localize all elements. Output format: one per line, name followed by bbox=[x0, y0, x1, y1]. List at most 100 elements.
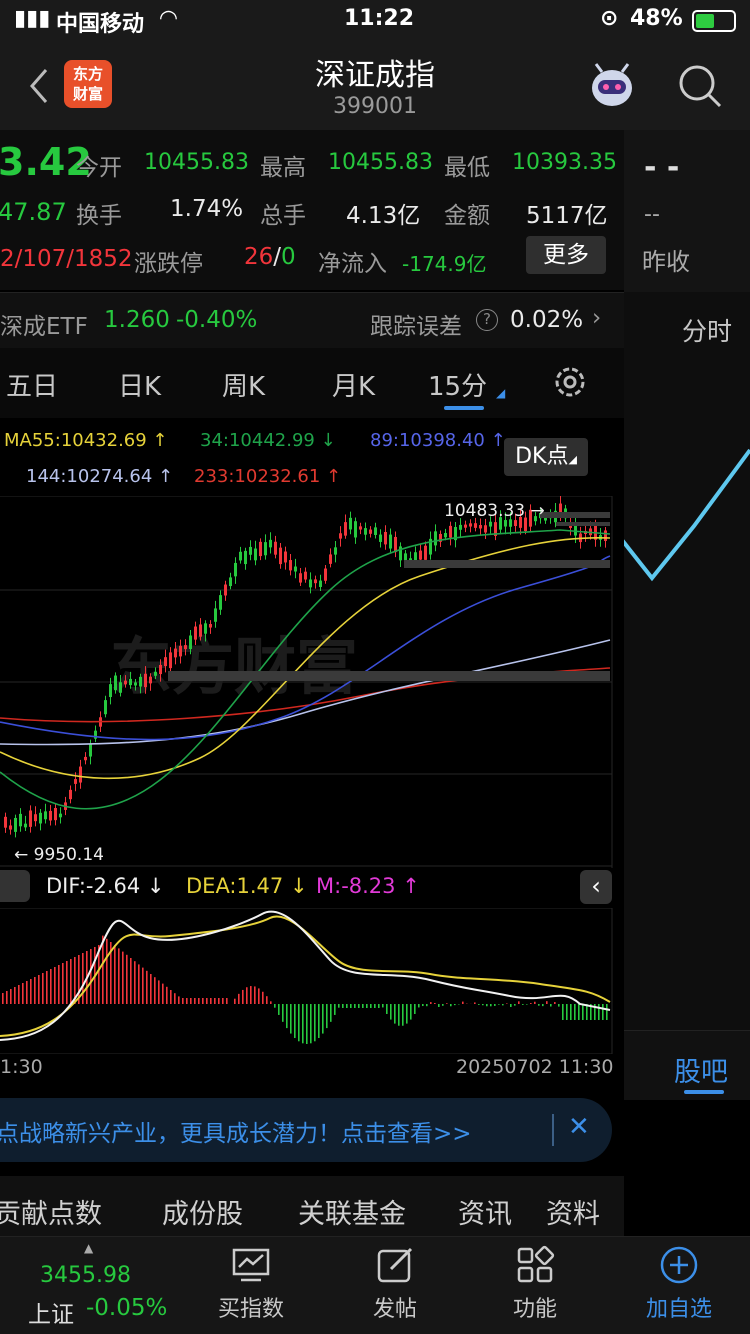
macd-histogram-bar bbox=[426, 1004, 428, 1007]
macd-histogram-bar bbox=[50, 969, 52, 1004]
shanghai-index-ticker[interactable]: ▲ 3455.98 上证 -0.05% bbox=[0, 1237, 180, 1334]
help-icon[interactable]: ? bbox=[476, 309, 498, 331]
m-label: M:-8.23 ↑ bbox=[316, 874, 420, 898]
candle-body bbox=[314, 579, 317, 584]
robot-assistant-icon[interactable] bbox=[586, 62, 638, 112]
tab-forum[interactable]: 股吧 bbox=[674, 1050, 728, 1089]
macd-histogram-bar bbox=[330, 1004, 332, 1022]
candle-body bbox=[114, 675, 117, 691]
macd-left-tab[interactable] bbox=[0, 870, 30, 902]
tab-15min[interactable]: 15分 bbox=[428, 366, 487, 403]
high-marker: 10483.33 → bbox=[444, 501, 545, 521]
more-button[interactable]: 更多 bbox=[526, 236, 606, 274]
macd-histogram-bar bbox=[558, 1004, 560, 1007]
dk-point-button[interactable]: DK点◢ bbox=[504, 438, 588, 476]
track-error-label: 跟踪误差 bbox=[370, 314, 462, 340]
candle-body bbox=[154, 671, 157, 676]
macd-histogram-bar bbox=[310, 1004, 312, 1044]
collapse-chevron-icon[interactable]: ‹ bbox=[580, 870, 612, 904]
macd-histogram-bar bbox=[486, 1004, 488, 1007]
macd-histogram-bar bbox=[314, 1004, 316, 1042]
candle-body bbox=[284, 551, 287, 563]
candle-body bbox=[49, 810, 52, 821]
macd-histogram-bar bbox=[266, 996, 268, 1004]
macd-histogram-bar bbox=[358, 1004, 360, 1008]
macd-chart[interactable] bbox=[0, 907, 624, 1056]
macd-histogram-bar bbox=[410, 1004, 412, 1020]
tab-intraday[interactable]: 分时 bbox=[682, 312, 732, 348]
macd-histogram-bar bbox=[578, 1004, 580, 1020]
nav-post[interactable]: 发帖 bbox=[340, 1245, 450, 1323]
macd-histogram-bar bbox=[270, 1001, 272, 1004]
candle-body bbox=[389, 534, 392, 549]
limit-count: 26/0 bbox=[244, 244, 296, 270]
tab-daily-k[interactable]: 日K bbox=[118, 366, 161, 403]
etf-price: 1.260 bbox=[104, 307, 170, 333]
nav-functions[interactable]: 功能 bbox=[480, 1245, 590, 1323]
macd-histogram-bar bbox=[446, 1003, 448, 1004]
tab-constituents[interactable]: 成份股 bbox=[162, 1192, 243, 1231]
macd-histogram-bar bbox=[6, 991, 8, 1004]
macd-histogram-bar bbox=[546, 1001, 548, 1004]
candle-body bbox=[159, 664, 162, 675]
macd-histogram-bar bbox=[182, 998, 184, 1004]
macd-histogram-bar bbox=[506, 1003, 508, 1004]
tab-monthly-k[interactable]: 月K bbox=[332, 366, 375, 403]
nav-buy-index[interactable]: 买指数 bbox=[196, 1245, 306, 1323]
macd-histogram-bar bbox=[550, 1004, 552, 1007]
tab-related-funds[interactable]: 关联基金 bbox=[298, 1192, 406, 1231]
kline-chart[interactable]: 东方财富 10483.33 → ← 9950.14 bbox=[0, 495, 624, 868]
macd-histogram-bar bbox=[246, 987, 248, 1004]
macd-histogram-bar bbox=[334, 1004, 336, 1015]
candle-body bbox=[339, 533, 342, 539]
etf-row[interactable]: 深成ETF 1.260 -0.40% 跟踪误差 ? 0.02% › bbox=[0, 292, 624, 348]
candle-body bbox=[214, 608, 217, 622]
time-axis-start: 1:30 bbox=[0, 1056, 43, 1078]
kline-svg: 东方财富 10483.33 → ← 9950.14 bbox=[0, 495, 613, 868]
active-tab-indicator bbox=[444, 406, 484, 410]
settings-gear-icon[interactable] bbox=[552, 364, 588, 400]
macd-histogram-bar bbox=[126, 954, 128, 1004]
low-marker: ← 9950.14 bbox=[14, 845, 104, 865]
macd-svg bbox=[0, 907, 613, 1056]
tab-weekly-k[interactable]: 周K bbox=[222, 366, 265, 403]
macd-histogram-bar bbox=[138, 964, 140, 1004]
macd-histogram-bar bbox=[2, 993, 4, 1004]
macd-histogram-bar bbox=[170, 990, 172, 1004]
macd-histogram-bar bbox=[454, 1004, 456, 1006]
macd-histogram-bar bbox=[514, 1004, 516, 1006]
macd-histogram-bar bbox=[90, 949, 92, 1004]
macd-histogram-bar bbox=[58, 965, 60, 1004]
candle-body bbox=[209, 624, 212, 628]
nav-add-watchlist[interactable]: 加自选 bbox=[624, 1245, 734, 1323]
macd-histogram-bar bbox=[582, 1004, 584, 1020]
candle-body bbox=[449, 525, 452, 538]
dropdown-triangle-icon: ◢ bbox=[496, 386, 506, 400]
prev-close-dash-2: -- bbox=[644, 202, 660, 227]
macd-histogram-bar bbox=[378, 1004, 380, 1008]
macd-histogram-bar bbox=[38, 975, 40, 1004]
candle-body bbox=[14, 817, 17, 832]
search-icon[interactable] bbox=[676, 62, 724, 110]
intraday-mini-line bbox=[624, 448, 750, 582]
tab-news[interactable]: 资讯 bbox=[458, 1192, 512, 1231]
tab-five-day[interactable]: 五日 bbox=[6, 366, 58, 403]
candle-body bbox=[184, 645, 187, 650]
tab-contribution[interactable]: 贡献点数 bbox=[0, 1192, 102, 1231]
macd-histogram-bar bbox=[306, 1004, 308, 1044]
candle-body bbox=[369, 529, 372, 534]
info-tabs: 贡献点数 成份股 关联基金 资讯 资料 bbox=[0, 1176, 624, 1236]
amount-value: 5117亿 bbox=[526, 203, 608, 229]
close-icon[interactable]: ✕ bbox=[568, 1112, 590, 1142]
promo-banner[interactable]: 点战略新兴产业，更具成长潜力！点击查看>> ✕ bbox=[0, 1098, 612, 1162]
banner-text: 点战略新兴产业，更具成长潜力！点击查看>> bbox=[0, 1121, 472, 1147]
macd-histogram-bar bbox=[574, 1004, 576, 1020]
candle-body bbox=[489, 521, 492, 527]
macd-histogram-bar bbox=[438, 1004, 440, 1007]
macd-histogram-bar bbox=[414, 1004, 416, 1014]
ma-legend: MA55:10432.69 ↑ 34:10442.99 ↓ 89:10398.4… bbox=[0, 418, 624, 496]
low-label: 最低 bbox=[444, 155, 490, 181]
tab-profile[interactable]: 资料 bbox=[546, 1192, 600, 1231]
macd-histogram-bar bbox=[234, 998, 236, 1004]
macd-histogram-bar bbox=[262, 991, 264, 1004]
